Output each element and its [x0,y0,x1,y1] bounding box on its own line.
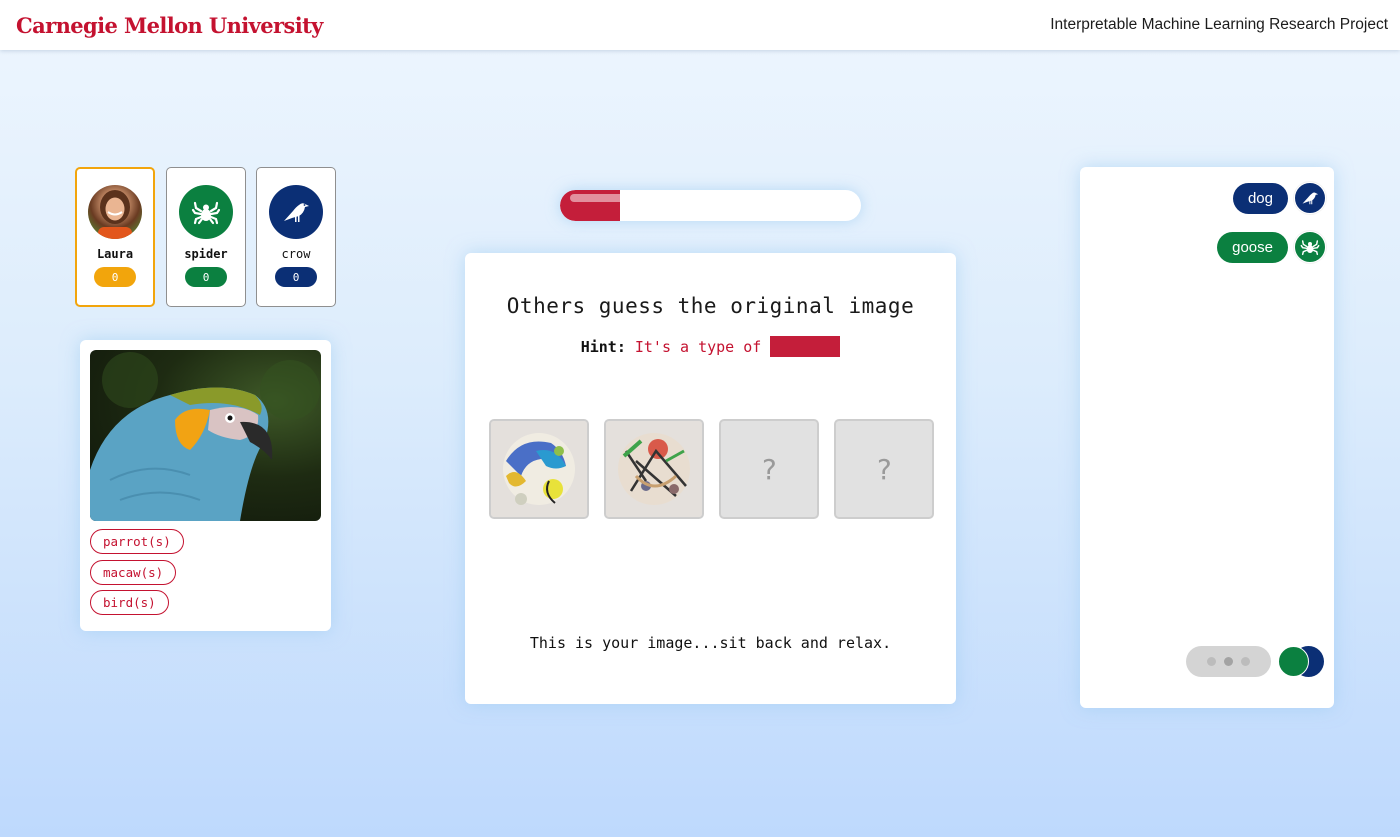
typing-dot [1207,657,1216,666]
score-badge: 0 [275,267,317,287]
label-pill: parrot(s) [90,529,184,554]
original-image-card: parrot(s) macaw(s) bird(s) [80,340,331,631]
hint: Hint: It's a type of [465,336,956,357]
project-title: Interpretable Machine Learning Research … [1050,16,1388,33]
player-card-spider: spider 0 [166,167,246,307]
spider-typing-avatar [1278,646,1309,677]
typing-dot [1241,657,1250,666]
photo-avatar [88,185,142,239]
typing-indicator [1186,646,1271,677]
player-name: Laura [96,247,134,261]
chat-message: dog [1232,182,1326,214]
typing-users [1278,646,1326,677]
hint-label: Hint: [580,337,626,356]
player-name: crow [281,247,311,261]
player-card-laura: Laura 0 [75,167,155,307]
thumbnail-hidden: ? [834,419,934,519]
hint-redacted-block [770,336,841,357]
parrot-photo [90,350,321,521]
game-card: Others guess the original image Hint: It… [465,253,956,704]
status-message: This is your image...sit back and relax. [529,634,892,652]
thumbnail-revealed[interactable] [604,419,704,519]
score-badge: 0 [94,267,136,287]
thumbnail-row: ? ? [489,419,934,519]
thumbnail-hidden: ? [719,419,819,519]
progress-gloss [570,194,621,202]
player-name: spider [184,247,228,261]
game-title: Others guess the original image [506,294,915,318]
spider-icon [1294,231,1326,263]
thumbnail-revealed[interactable] [489,419,589,519]
message-bubble: goose [1217,231,1288,263]
player-card-crow: crow 0 [256,167,336,307]
crow-icon [1294,182,1326,214]
label-pill: macaw(s) [90,560,177,585]
message-bubble: dog [1232,182,1288,214]
chat-message: goose [1217,231,1326,263]
spider-icon [179,185,233,239]
cmu-logo[interactable]: Carnegie Mellon University [16,13,323,38]
label-pill: bird(s) [90,590,169,615]
hint-text: It's a type of [634,337,762,356]
guess-chat-panel: dog goose [1080,167,1334,708]
progress-fill [560,190,621,221]
score-badge: 0 [185,267,227,287]
round-progress-bar [560,190,861,221]
top-bar: Carnegie Mellon University Interpretable… [0,0,1400,50]
crow-icon [269,185,323,239]
typing-dot [1224,657,1233,666]
